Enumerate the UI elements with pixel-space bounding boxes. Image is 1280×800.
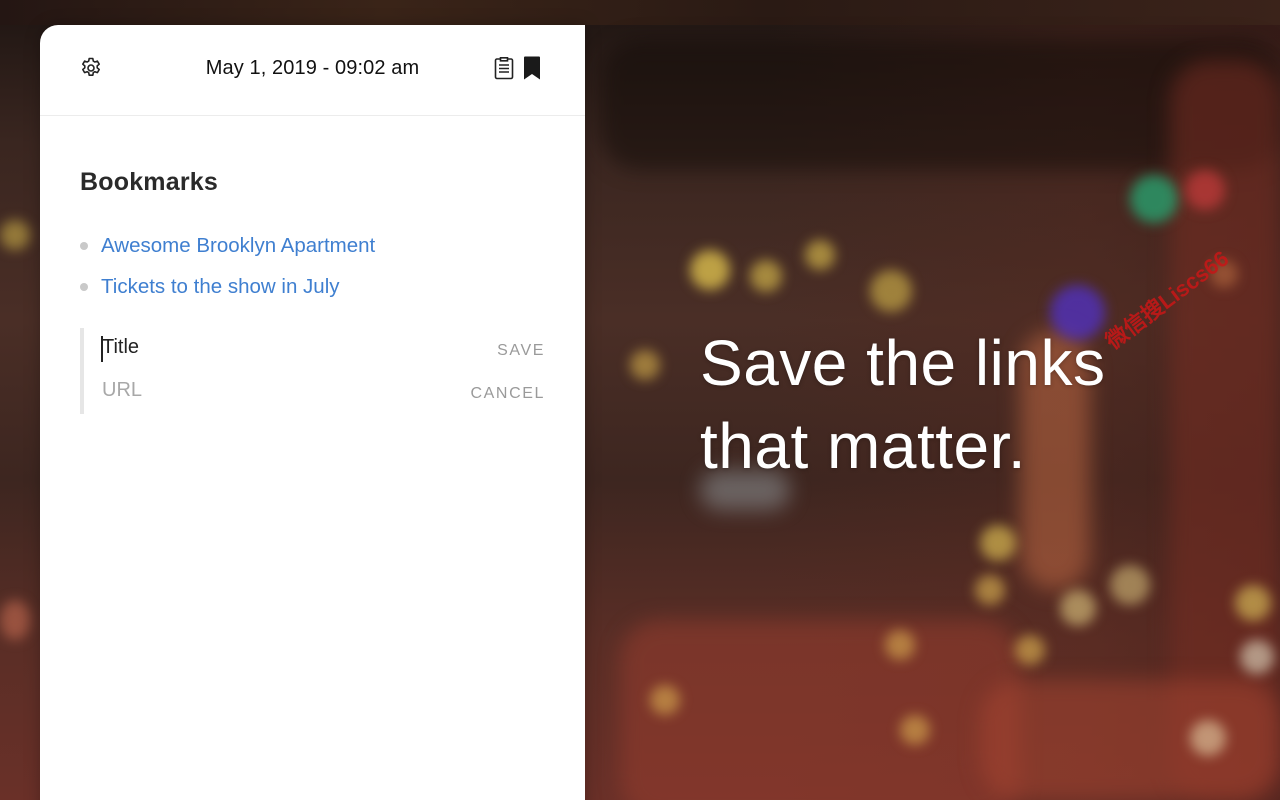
section-title: Bookmarks xyxy=(80,168,218,196)
tagline-line-2: that matter. xyxy=(700,410,1027,482)
bullet-icon xyxy=(80,241,88,250)
bullet-icon xyxy=(80,282,88,291)
bokeh-light xyxy=(980,680,1280,800)
bookmarks-panel: May 1, 2019 - 09:02 am Bookmarks Awesome… xyxy=(40,25,585,800)
bokeh-light xyxy=(1235,585,1271,621)
background-top-strip xyxy=(0,0,1280,25)
bookmark-link[interactable]: Tickets to the show in July xyxy=(101,275,340,299)
notes-icon[interactable] xyxy=(493,56,515,80)
bookmark-icon[interactable] xyxy=(522,55,542,81)
tagline: Save the links that matter. xyxy=(700,322,1105,488)
bokeh-light xyxy=(1015,635,1045,665)
bokeh-light xyxy=(805,240,835,270)
bokeh-light xyxy=(650,685,680,715)
bokeh-light xyxy=(1130,175,1178,223)
bokeh-light xyxy=(870,270,912,312)
bokeh-light xyxy=(0,600,30,640)
bokeh-light xyxy=(1185,170,1225,210)
bokeh-light xyxy=(620,620,1020,800)
bokeh-light xyxy=(630,350,660,380)
new-bookmark-form: Title URL SAVE CANCEL xyxy=(80,328,545,414)
save-button[interactable]: SAVE xyxy=(497,342,545,360)
bokeh-light xyxy=(1190,720,1226,756)
bokeh-light xyxy=(1060,590,1096,626)
url-field[interactable]: URL xyxy=(102,379,402,402)
bokeh-light xyxy=(980,525,1016,561)
bookmark-link[interactable]: Awesome Brooklyn Apartment xyxy=(101,234,375,258)
bokeh-light xyxy=(975,575,1005,605)
cancel-button[interactable]: CANCEL xyxy=(470,385,545,403)
title-field[interactable]: Title xyxy=(102,336,402,359)
bokeh-light xyxy=(885,630,915,660)
bokeh-light xyxy=(1240,640,1274,674)
tagline-line-1: Save the links xyxy=(700,327,1106,399)
bokeh-light xyxy=(900,715,930,745)
bookmark-list: Awesome Brooklyn Apartment Tickets to th… xyxy=(80,221,545,311)
bokeh-light xyxy=(690,250,730,290)
bokeh-light xyxy=(1110,565,1150,605)
bokeh-light xyxy=(750,260,782,292)
panel-header: May 1, 2019 - 09:02 am xyxy=(40,25,585,116)
list-item: Tickets to the show in July xyxy=(80,262,545,311)
bokeh-light xyxy=(0,220,30,250)
bookmarks-section: Bookmarks Awesome Brooklyn Apartment Tic… xyxy=(40,116,585,414)
